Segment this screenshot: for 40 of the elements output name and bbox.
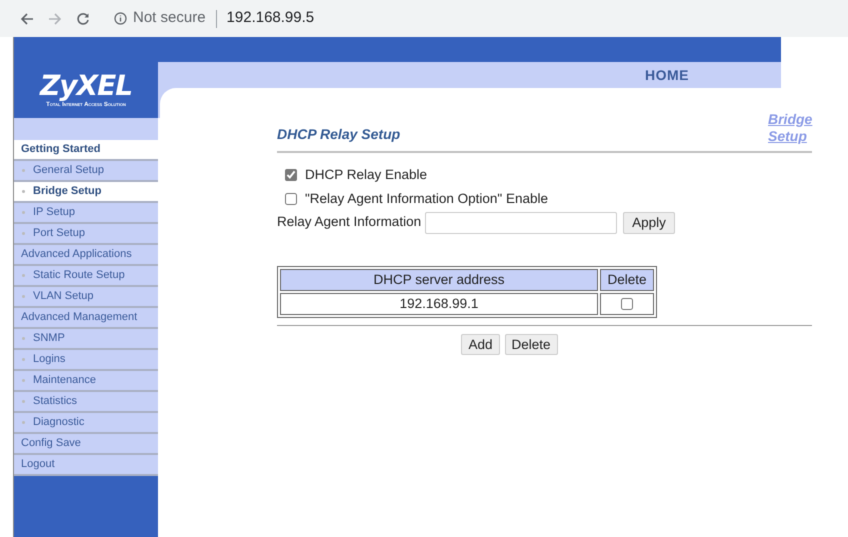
form-button[interactable]: Delete: [504, 334, 558, 355]
apply-button[interactable]: Apply: [623, 212, 675, 234]
bullet-icon: [22, 400, 25, 403]
checkbox-label: DHCP Relay Enable: [305, 166, 428, 184]
delete-checkbox[interactable]: [621, 298, 633, 310]
reload-icon[interactable]: [76, 12, 90, 26]
sidebar-item[interactable]: SNMP: [33, 330, 65, 347]
checkbox-label: "Relay Agent Information Option" Enable: [305, 190, 548, 208]
form-button[interactable]: Add: [461, 334, 500, 355]
relay-info-field[interactable]: [425, 212, 618, 234]
bullet-icon: [22, 274, 25, 277]
bullet-icon: [22, 169, 25, 172]
bullet-icon: [22, 190, 25, 193]
logo-wordmark: ZyXEL: [40, 71, 132, 101]
home-link[interactable]: HOME: [645, 64, 689, 86]
table-cell: 192.168.99.1: [280, 292, 598, 315]
bullet-icon: [22, 358, 25, 361]
bullet-icon: [22, 379, 25, 382]
bullet-icon: [22, 337, 25, 340]
sidebar-item[interactable]: Logout: [14, 455, 158, 476]
info-icon[interactable]: [114, 12, 127, 25]
page-title: DHCP Relay Setup: [277, 125, 400, 144]
sidebar-item[interactable]: Advanced Management: [14, 308, 158, 329]
bullet-icon: [22, 232, 25, 235]
sidebar-item[interactable]: Bridge Setup: [33, 183, 102, 200]
column-header: DHCP server address: [280, 268, 598, 291]
sidebar-item[interactable]: Logins: [33, 351, 66, 368]
field-label: Relay Agent Information: [277, 213, 422, 232]
sidebar-item[interactable]: Config Save: [14, 434, 158, 455]
column-header: Delete: [600, 268, 654, 291]
bridge-setup-link[interactable]: Bridge Setup: [768, 110, 818, 144]
bullet-icon: [22, 295, 25, 298]
bullet-icon: [22, 211, 25, 214]
security-label: Not secure: [133, 8, 206, 28]
checkbox[interactable]: [285, 169, 297, 182]
checkbox[interactable]: [285, 193, 297, 206]
bullet-icon: [22, 421, 25, 424]
address-bar[interactable]: 192.168.99.5: [226, 7, 314, 30]
sidebar-item[interactable]: Advanced Applications: [14, 245, 158, 266]
back-icon[interactable]: [20, 12, 34, 26]
